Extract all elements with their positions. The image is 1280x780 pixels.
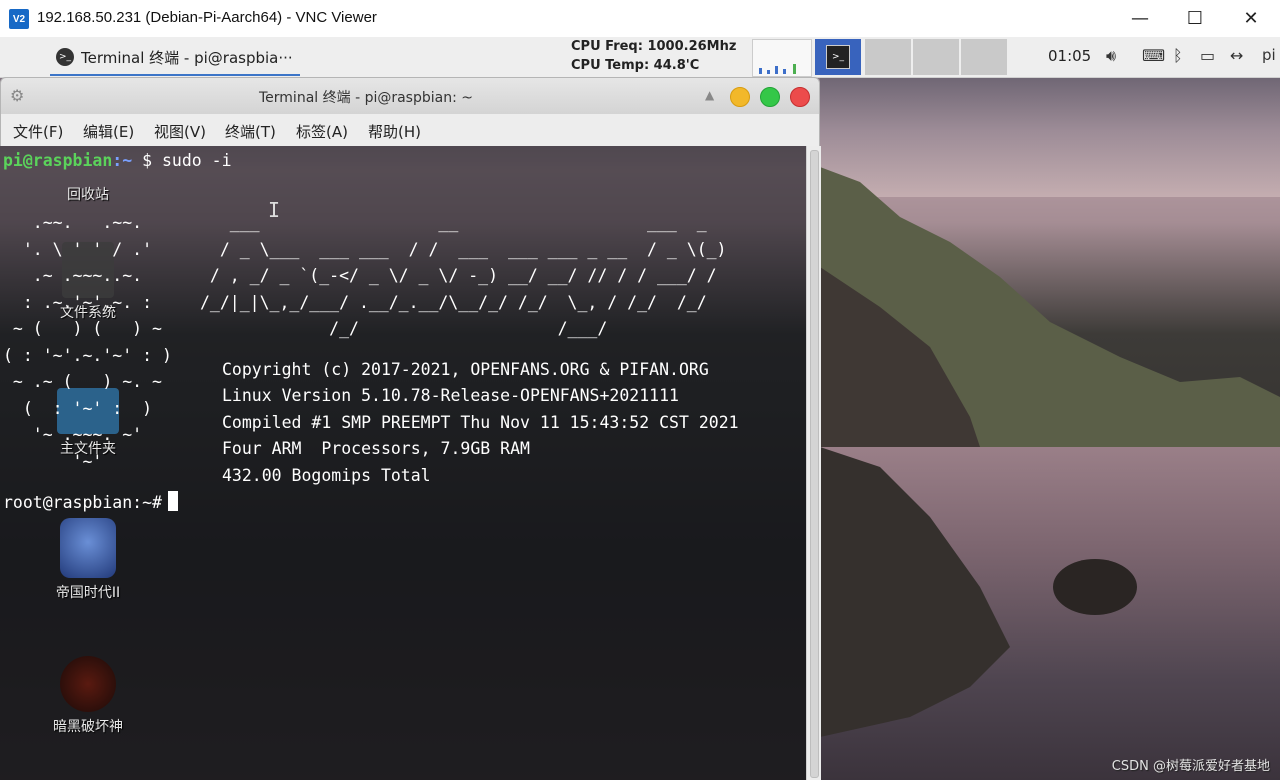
maximize-button[interactable]: ☐	[1167, 2, 1223, 34]
menu-view[interactable]: 视图(V)	[154, 121, 206, 142]
vnc-title-bar: V2 192.168.50.231 (Debian-Pi-Aarch64) - …	[0, 0, 1280, 37]
cpu-monitor: CPU Freq: 1000.26Mhz CPU Temp: 44.8'C	[455, 37, 745, 77]
desktop-icon-label: 帝国时代II	[55, 585, 121, 601]
terminal-scrollbar[interactable]	[806, 146, 821, 780]
terminal-title: Terminal 终端 - pi@raspbian: ~	[259, 90, 473, 106]
menu-terminal[interactable]: 终端(T)	[225, 121, 276, 142]
apple-icon[interactable]	[4, 41, 34, 73]
keyboard-icon[interactable]: ⌨	[1142, 46, 1165, 65]
info-copyright: Copyright (c) 2017-2021, OPENFANS.ORG & …	[222, 360, 709, 379]
terminal-menu-bar: 文件(F) 编辑(E) 视图(V) 终端(T) 标签(A) 帮助(H)	[0, 114, 820, 146]
desktop-icon-diablo[interactable]: 暗黑破坏神	[40, 656, 136, 736]
workspace-2[interactable]	[865, 39, 911, 75]
menu-file[interactable]: 文件(F)	[13, 121, 63, 142]
taskbar-terminal-label: Terminal 终端 - pi@raspbia···	[81, 48, 293, 67]
user-menu[interactable]: pi	[1262, 46, 1276, 64]
bluetooth-icon[interactable]: ᛒ	[1173, 46, 1183, 65]
terminal-title-bar[interactable]: ⚙ Terminal 终端 - pi@raspbian: ~ ▲	[0, 77, 820, 115]
raspberry-pi-ascii-logo: ___ __ ___ _ / _ \___ ___ ___ / / ___ __…	[200, 213, 727, 338]
terminal-icon: >_	[56, 48, 74, 66]
cpu-graph-bar	[759, 68, 762, 74]
wallpaper-foreground	[820, 447, 1137, 737]
raspberry-ascii-art: .~~. .~~. '. \ ' ' / .' .~ .~~~..~. : .~…	[3, 213, 172, 471]
close-button[interactable]: ✕	[1223, 2, 1279, 34]
cpu-temp: CPU Temp: 44.8'C	[571, 58, 700, 73]
menu-help[interactable]: 帮助(H)	[368, 121, 421, 142]
minimize-button[interactable]: —	[1112, 2, 1168, 34]
cpu-graph-bar	[775, 66, 778, 74]
clock[interactable]: 01:05	[1048, 47, 1091, 65]
command-line-2: root@raspbian:~#	[3, 491, 178, 512]
desktop-icon-label: 暗黑破坏神	[53, 719, 123, 735]
terminal-output[interactable]: pi@raspbian:~ $ sudo -i 回收站 文件系统 主文件夹 .~…	[0, 146, 806, 780]
prompt-path: :~	[112, 151, 133, 170]
terminal-minimize-button[interactable]	[730, 87, 750, 107]
cpu-graph-bar	[783, 69, 786, 74]
prompt-user: pi@raspbian	[3, 151, 113, 170]
prompt-command: $ sudo -i	[142, 151, 232, 170]
info-bogomips: 432.00 Bogomips Total	[222, 466, 431, 485]
diablo-icon	[60, 656, 116, 712]
desktop-icon-label: 回收站	[67, 187, 109, 203]
cpu-graph-bar	[793, 64, 796, 74]
menu-tabs[interactable]: 标签(A)	[296, 121, 348, 142]
vnc-logo-icon: V2	[9, 9, 29, 29]
workspace-1[interactable]: >_	[815, 39, 861, 75]
cpu-usage-graph	[752, 39, 812, 77]
terminal-cursor	[167, 491, 178, 511]
taskbar-terminal-button[interactable]: >_ Terminal 终端 - pi@raspbia···	[50, 40, 300, 76]
workspace-4[interactable]	[961, 39, 1007, 75]
battery-icon[interactable]: ▭	[1200, 46, 1215, 65]
root-prompt: root@raspbian:~#	[3, 493, 162, 512]
cpu-graph-bar	[767, 70, 770, 74]
watermark: CSDN @树莓派爱好者基地	[1111, 759, 1270, 774]
desktop-icon-aoe2[interactable]: 帝国时代II	[40, 518, 136, 602]
command-line-1: pi@raspbian:~ $ sudo -i	[3, 151, 232, 170]
terminal-window: ⚙ Terminal 终端 - pi@raspbian: ~ ▲ 文件(F) 编…	[0, 77, 821, 780]
remote-desktop: >_ Terminal 终端 - pi@raspbia··· CPU Freq:…	[0, 37, 1280, 780]
terminal-close-button[interactable]	[790, 87, 810, 107]
info-processors: Four ARM Processors, 7.9GB RAM	[222, 439, 530, 458]
terminal-maximize-button[interactable]	[760, 87, 780, 107]
shade-up-icon[interactable]: ▲	[705, 88, 714, 102]
info-compiled: Compiled #1 SMP PREEMPT Thu Nov 11 15:43…	[222, 413, 739, 432]
helmet-icon	[60, 518, 116, 578]
network-icon[interactable]: ↔	[1230, 46, 1243, 65]
desktop-icon-trash[interactable]: 回收站	[40, 180, 136, 204]
info-linux-version: Linux Version 5.10.78-Release-OPENFANS+2…	[222, 386, 679, 405]
cpu-freq: CPU Freq: 1000.26Mhz	[571, 39, 737, 54]
vnc-window-title: 192.168.50.231 (Debian-Pi-Aarch64) - VNC…	[37, 9, 377, 26]
workspace-3[interactable]	[913, 39, 959, 75]
scrollbar-thumb[interactable]	[810, 150, 819, 778]
volume-icon[interactable]: 🔊︎	[1106, 46, 1116, 66]
top-panel: >_ Terminal 终端 - pi@raspbia··· CPU Freq:…	[0, 37, 1280, 78]
menu-edit[interactable]: 编辑(E)	[83, 121, 134, 142]
terminal-icon: >_	[826, 45, 850, 69]
